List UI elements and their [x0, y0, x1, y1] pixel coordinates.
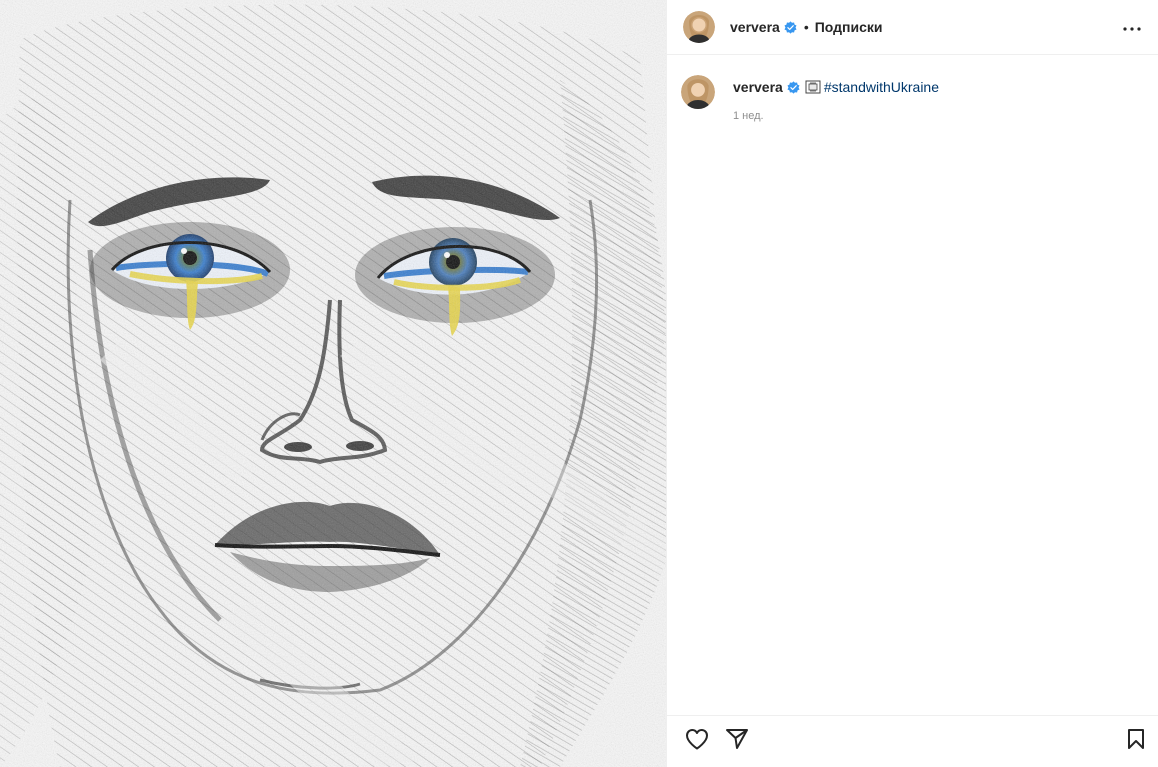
avatar[interactable] — [683, 11, 715, 43]
post-image[interactable] — [0, 0, 666, 767]
caption-username[interactable]: ververa — [733, 79, 783, 95]
author-username[interactable]: ververa — [730, 19, 780, 35]
header-separator: • — [803, 19, 809, 35]
caption-body: ververa #standwithUkraine 1 нед. — [733, 75, 939, 122]
share-button[interactable] — [723, 728, 751, 756]
following-button[interactable]: Подписки — [815, 19, 883, 35]
post-modal: ververa • Подписки ververa #standwithUkr… — [0, 0, 1158, 767]
caption-text: ververa #standwithUkraine — [733, 79, 939, 95]
verified-badge-icon — [787, 80, 800, 94]
caption: ververa #standwithUkraine 1 нед. — [681, 75, 1142, 122]
bookmark-icon — [1126, 728, 1146, 755]
paper-plane-icon — [725, 728, 749, 755]
post-timestamp[interactable]: 1 нед. — [733, 110, 939, 122]
more-horizontal-icon — [1123, 18, 1141, 36]
post-header: ververa • Подписки — [667, 0, 1158, 55]
post-actions — [667, 715, 1158, 767]
more-options-button[interactable] — [1120, 15, 1144, 39]
save-button[interactable] — [1122, 728, 1150, 756]
sketch-drawing — [0, 0, 666, 767]
comments-section: ververa #standwithUkraine 1 нед. — [667, 55, 1158, 715]
post-side-panel: ververa • Подписки ververa #standwithUkr… — [666, 0, 1158, 767]
verified-badge-icon — [784, 20, 797, 34]
flag-emoji-icon — [805, 80, 821, 94]
caption-avatar[interactable] — [681, 75, 715, 109]
heart-icon — [685, 728, 709, 755]
like-button[interactable] — [683, 728, 711, 756]
hashtag-link[interactable]: #standwithUkraine — [824, 79, 939, 95]
